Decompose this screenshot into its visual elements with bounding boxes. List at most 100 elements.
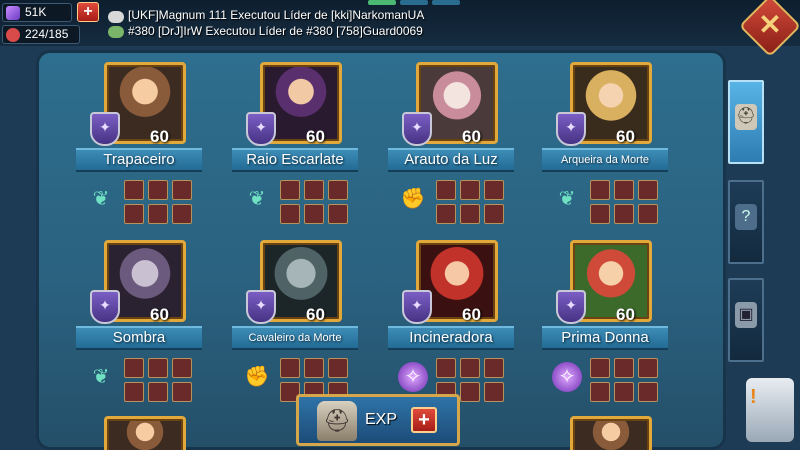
wing-icon: ❦ <box>92 188 110 210</box>
gear-slot[interactable] <box>460 180 480 200</box>
gear-slot[interactable] <box>124 204 144 224</box>
gear-slot[interactable] <box>638 204 658 224</box>
chat-message-1[interactable]: [UKF]Magnum 111 Executou Líder de [kki]N… <box>128 8 424 22</box>
gear-slot[interactable] <box>280 204 300 224</box>
gems-counter[interactable]: 51K <box>2 3 72 22</box>
hero-card-prima-donna[interactable]: 60 Prima Donna ✧ <box>542 240 696 410</box>
gear-slot[interactable] <box>124 382 144 402</box>
rank-shield-icon <box>556 290 586 324</box>
gear-slot[interactable] <box>484 180 504 200</box>
gear-slot[interactable] <box>460 204 480 224</box>
gear-slot[interactable] <box>436 180 456 200</box>
gear-slot[interactable] <box>148 204 168 224</box>
hero-name: Prima Donna <box>542 326 668 350</box>
hero-name: Arauto da Luz <box>388 148 514 172</box>
gear-slot[interactable] <box>328 204 348 224</box>
gear-slot[interactable] <box>304 358 324 378</box>
hero-level: 60 <box>616 305 635 324</box>
hero-portrait-partial[interactable] <box>104 416 186 450</box>
top-bar: 51K + 224/185 [UKF]Magnum 111 Executou L… <box>0 0 800 46</box>
gear-slot[interactable] <box>328 180 348 200</box>
rank-shield-icon <box>246 290 276 324</box>
hero-card-incineradora[interactable]: 60 Incineradora ✧ <box>388 240 542 410</box>
gear-slot[interactable] <box>172 180 192 200</box>
rank-shield-icon <box>90 290 120 324</box>
top-tick <box>432 0 460 5</box>
gear-slot[interactable] <box>304 180 324 200</box>
guild-chat-icon[interactable] <box>108 26 124 38</box>
rank-shield-icon <box>402 112 432 146</box>
hero-card-trapaceiro[interactable]: 60 Trapaceiro ❦ <box>76 62 230 232</box>
fist-icon: ✊ <box>244 366 270 388</box>
magic-orb-icon: ✧ <box>552 362 582 392</box>
question-shield-icon: ? <box>735 204 757 230</box>
gear-slot[interactable] <box>436 204 456 224</box>
fist-icon: ✊ <box>400 188 426 210</box>
gear-slot[interactable] <box>436 358 456 378</box>
gear-slot[interactable] <box>484 382 504 402</box>
add-exp-button[interactable]: + <box>411 407 437 433</box>
hero-level: 60 <box>462 305 481 324</box>
hero-card-raio-escarlate[interactable]: 60 Raio Escarlate ❦ <box>232 62 386 232</box>
wing-icon: ❦ <box>248 188 266 210</box>
gear-slot[interactable] <box>484 204 504 224</box>
quest-icon[interactable]: ! <box>746 378 794 442</box>
hero-card-arqueira-da-morte[interactable]: 60 Arqueira da Morte ❦ <box>542 62 696 232</box>
hero-name: Trapaceiro <box>76 148 202 172</box>
gear-slot[interactable] <box>614 204 634 224</box>
gear-slot[interactable] <box>280 358 300 378</box>
gear-slot[interactable] <box>638 358 658 378</box>
gear-slot[interactable] <box>172 204 192 224</box>
gear-slot[interactable] <box>638 180 658 200</box>
gear-slot[interactable] <box>484 358 504 378</box>
hero-card-cavaleiro-da-morte[interactable]: 60 Cavaleiro da Morte ✊ <box>232 240 386 410</box>
gear-slot[interactable] <box>614 358 634 378</box>
helmet-icon: ⛑ <box>735 104 757 130</box>
gear-slot[interactable] <box>460 382 480 402</box>
gear-slot[interactable] <box>124 358 144 378</box>
tab-skills[interactable]: ? <box>728 180 764 264</box>
exp-button[interactable]: ⛑ EXP + <box>296 394 460 446</box>
gear-slot[interactable] <box>638 382 658 402</box>
gear-slot[interactable] <box>148 358 168 378</box>
hero-level: 60 <box>616 127 635 146</box>
gear-slot[interactable] <box>328 358 348 378</box>
gem-icon <box>6 6 20 20</box>
gear-slot[interactable] <box>590 204 610 224</box>
gear-slot[interactable] <box>280 180 300 200</box>
helmet-icon: ⛑ <box>317 401 357 441</box>
heart-icon <box>6 28 20 42</box>
rank-shield-icon <box>246 112 276 146</box>
gear-slot[interactable] <box>590 358 610 378</box>
hero-level: 60 <box>462 127 481 146</box>
close-icon: ✕ <box>758 8 782 40</box>
chat-bubble-icon[interactable] <box>108 11 124 23</box>
rank-shield-icon <box>90 112 120 146</box>
gear-slot[interactable] <box>148 382 168 402</box>
tab-chest[interactable]: ▣ <box>728 278 764 362</box>
hero-card-arauto-da-luz[interactable]: 60 Arauto da Luz ✊ <box>388 62 542 232</box>
hero-card-sombra[interactable]: 60 Sombra ❦ <box>76 240 230 410</box>
tab-heroes[interactable]: ⛑ <box>728 80 764 164</box>
gear-slot[interactable] <box>590 180 610 200</box>
hero-level: 60 <box>150 305 169 324</box>
hero-portrait-partial[interactable] <box>570 416 652 450</box>
add-gems-button[interactable]: + <box>77 2 99 22</box>
hero-name: Raio Escarlate <box>232 148 358 172</box>
gear-slot[interactable] <box>124 180 144 200</box>
chat-message-2[interactable]: #380 [DrJ]IrW Executou Líder de #380 [75… <box>128 24 423 38</box>
hero-level: 60 <box>150 127 169 146</box>
gear-slot[interactable] <box>172 358 192 378</box>
gems-value: 51K <box>25 5 47 19</box>
gear-slot[interactable] <box>614 180 634 200</box>
gear-slot[interactable] <box>614 382 634 402</box>
gear-slot[interactable] <box>460 358 480 378</box>
hero-name: Cavaleiro da Morte <box>232 326 358 350</box>
gear-slot[interactable] <box>172 382 192 402</box>
gear-slot[interactable] <box>304 204 324 224</box>
gear-slot[interactable] <box>148 180 168 200</box>
gear-slot[interactable] <box>590 382 610 402</box>
hero-name: Incineradora <box>388 326 514 350</box>
hero-name: Arqueira da Morte <box>542 148 668 172</box>
wing-icon: ❦ <box>92 366 110 388</box>
